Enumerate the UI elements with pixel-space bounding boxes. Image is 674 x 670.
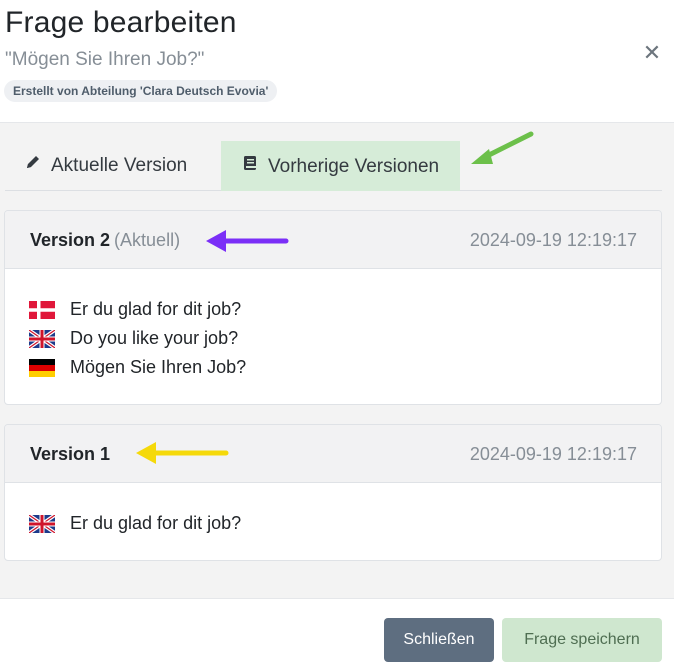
version-card-header: Version 2 (Aktuell) 2024-09-19 12:19:17 [5,211,661,269]
flag-germany-icon [29,358,55,377]
flag-uk-icon [29,514,55,533]
translation-item: Mögen Sie Ihren Job? [29,353,661,382]
tab-label: Aktuelle Version [51,155,188,177]
modal-footer: Schließen Frage speichern [0,598,674,670]
version-name: Version 2 (Aktuell) [30,230,180,251]
translation-item: Er du glad for dit job? [29,295,661,324]
version-card-header: Version 1 2024-09-19 12:19:17 [5,425,661,483]
pencil-icon [25,141,43,191]
version-date: 2024-09-19 12:19:17 [469,230,637,250]
tab-label: Vorherige Versionen [268,156,440,178]
close-button[interactable]: Schließen [384,618,494,662]
translation-item: Do you like your job? [29,324,661,353]
version-card-2: Version 2 (Aktuell) 2024-09-19 12:19:17 E… [4,210,662,405]
translation-text: Mögen Sie Ihren Job? [70,357,247,377]
translation-text: Er du glad for dit job? [70,513,242,533]
version-name: Version 1 [30,444,110,465]
save-question-button[interactable]: Frage speichern [502,618,662,662]
modal-body: Aktuelle Version Vorherige Versionen Ver… [0,123,674,598]
question-subtitle: "Mögen Sie Ihren Job?" [5,49,205,70]
translation-list: Er du glad for dit job? [5,483,661,538]
close-icon[interactable]: ✕ [641,42,663,64]
current-tag: (Aktuell) [114,230,181,250]
flag-uk-icon [29,329,55,348]
version-card-1: Version 1 2024-09-19 12:19:17 Er du glad… [4,424,662,561]
tab-current-version[interactable]: Aktuelle Version [5,141,207,191]
translation-list: Er du glad for dit job? Do you like your… [5,269,661,382]
tab-previous-versions[interactable]: Vorherige Versionen [221,141,461,192]
translation-text: Do you like your job? [70,328,239,348]
book-icon [242,142,260,192]
version-date: 2024-09-19 12:19:17 [469,444,637,464]
flag-denmark-icon [29,300,55,319]
translation-item: Er du glad for dit job? [29,509,661,538]
department-badge: Erstellt von Abteilung 'Clara Deutsch Ev… [4,80,278,102]
version-label: Version 2 [30,230,111,250]
version-label: Version 1 [30,444,111,464]
version-tabs: Aktuelle Version Vorherige Versionen [5,141,662,191]
translation-text: Er du glad for dit job? [70,299,242,319]
modal-header: Frage bearbeiten "Mögen Sie Ihren Job?" … [0,0,674,123]
modal-title: Frage bearbeiten [5,6,237,39]
